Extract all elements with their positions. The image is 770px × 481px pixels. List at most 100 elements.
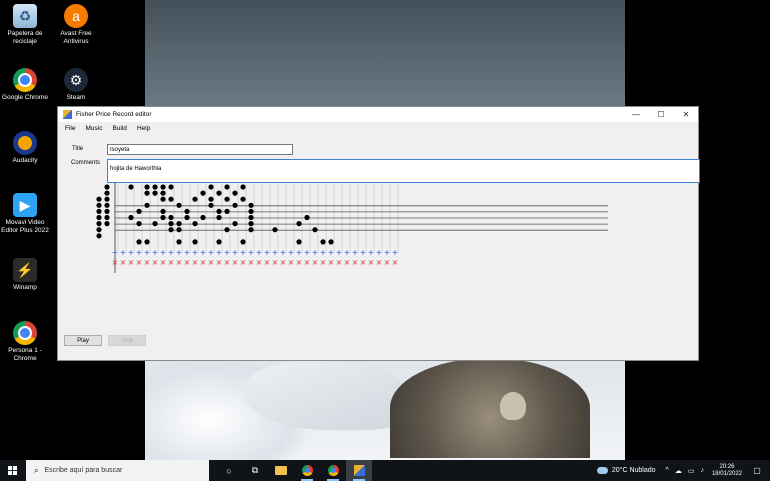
note-dot[interactable] xyxy=(184,208,190,214)
note-dot[interactable] xyxy=(232,202,238,208)
add-column-plus[interactable]: + xyxy=(288,248,295,257)
note-dot[interactable] xyxy=(248,227,254,233)
note-dot[interactable] xyxy=(192,221,198,227)
add-column-plus[interactable]: + xyxy=(208,248,215,257)
delete-column-cross[interactable]: × xyxy=(320,258,327,267)
delete-column-cross[interactable]: × xyxy=(224,258,231,267)
desktop-icon-avast[interactable]: a Avast Free Antivirus xyxy=(50,4,102,46)
taskbar-chrome-profile[interactable] xyxy=(320,460,346,481)
add-column-plus[interactable]: + xyxy=(344,248,351,257)
desktop-icon-persona-chrome[interactable]: Persona 1 - Chrome xyxy=(0,321,51,363)
add-column-plus[interactable]: + xyxy=(320,248,327,257)
note-dot[interactable] xyxy=(104,214,110,221)
note-dot[interactable] xyxy=(96,221,102,227)
delete-column-cross[interactable]: × xyxy=(296,258,303,267)
note-dot[interactable] xyxy=(312,227,318,233)
note-dot[interactable] xyxy=(96,233,102,239)
delete-column-cross[interactable]: × xyxy=(256,258,263,267)
note-dot[interactable] xyxy=(160,190,166,196)
minimize-button[interactable]: — xyxy=(624,107,648,122)
note-dot[interactable] xyxy=(232,190,238,196)
add-column-plus[interactable]: + xyxy=(248,248,255,257)
task-view-button[interactable]: ⧉ xyxy=(242,460,268,481)
note-dot[interactable] xyxy=(200,190,206,196)
menu-build[interactable]: Build xyxy=(107,125,131,132)
note-dot[interactable] xyxy=(296,239,302,245)
delete-column-cross[interactable]: × xyxy=(376,258,383,267)
taskbar-file-explorer[interactable] xyxy=(268,460,294,481)
note-dot[interactable] xyxy=(176,202,182,208)
add-column-plus[interactable]: + xyxy=(280,248,287,257)
note-dot[interactable] xyxy=(168,221,174,227)
note-dot[interactable] xyxy=(96,227,102,233)
delete-column-cross[interactable]: × xyxy=(272,258,279,267)
note-dot[interactable] xyxy=(216,208,222,214)
note-dot[interactable] xyxy=(224,208,230,214)
menu-help[interactable]: Help xyxy=(132,125,155,132)
add-column-plus[interactable]: + xyxy=(296,248,303,257)
delete-column-cross[interactable]: × xyxy=(144,258,151,267)
note-dot[interactable] xyxy=(136,239,142,245)
desktop-icon-recycle-bin[interactable]: ♻ Papelera de reciclaje xyxy=(0,4,51,46)
delete-column-cross[interactable]: × xyxy=(248,258,255,267)
note-dot[interactable] xyxy=(328,239,334,245)
note-dot[interactable] xyxy=(216,190,222,196)
volume-icon[interactable]: ♪ xyxy=(700,467,704,475)
note-dot[interactable] xyxy=(104,190,110,196)
delete-column-cross[interactable]: × xyxy=(184,258,191,267)
network-icon[interactable]: ▭ xyxy=(688,467,695,475)
note-dot[interactable] xyxy=(224,196,230,202)
add-column-plus[interactable]: + xyxy=(384,248,391,257)
add-column-plus[interactable]: + xyxy=(216,248,223,257)
delete-column-cross[interactable]: × xyxy=(360,258,367,267)
delete-column-cross[interactable]: × xyxy=(368,258,375,267)
add-column-plus[interactable]: + xyxy=(264,248,271,257)
delete-column-cross[interactable]: × xyxy=(288,258,295,267)
add-column-plus[interactable]: + xyxy=(224,248,231,257)
title-input[interactable] xyxy=(107,144,293,155)
note-dot[interactable] xyxy=(176,221,182,227)
music-roll-grid[interactable]: +×+×+×+×+×+×+×+×+×+×+×+×+×+×+×+×+×+×+×+×… xyxy=(88,182,648,277)
add-column-plus[interactable]: + xyxy=(304,248,311,257)
delete-column-cross[interactable]: × xyxy=(208,258,215,267)
delete-column-cross[interactable]: × xyxy=(312,258,319,267)
note-dot[interactable] xyxy=(136,208,142,214)
note-dot[interactable] xyxy=(104,208,110,214)
note-dot[interactable] xyxy=(144,202,150,208)
note-dot[interactable] xyxy=(272,227,278,233)
note-dot[interactable] xyxy=(248,214,254,221)
delete-column-cross[interactable]: × xyxy=(152,258,159,267)
delete-column-cross[interactable]: × xyxy=(384,258,391,267)
add-column-plus[interactable]: + xyxy=(120,248,127,257)
delete-column-cross[interactable]: × xyxy=(216,258,223,267)
note-dot[interactable] xyxy=(224,227,230,233)
notification-center-button[interactable]: ▢ xyxy=(750,466,764,475)
add-column-plus[interactable]: + xyxy=(232,248,239,257)
note-dot[interactable] xyxy=(176,227,182,233)
add-column-plus[interactable]: + xyxy=(200,248,207,257)
note-dot[interactable] xyxy=(168,227,174,233)
note-dot[interactable] xyxy=(104,184,110,190)
add-column-plus[interactable]: + xyxy=(136,248,143,257)
delete-column-cross[interactable]: × xyxy=(128,258,135,267)
note-dot[interactable] xyxy=(208,202,214,208)
cloud-sync-icon[interactable]: ☁ xyxy=(675,467,682,475)
add-column-plus[interactable]: + xyxy=(144,248,151,257)
delete-column-cross[interactable]: × xyxy=(168,258,175,267)
add-column-plus[interactable]: + xyxy=(360,248,367,257)
add-column-plus[interactable]: + xyxy=(184,248,191,257)
delete-column-cross[interactable]: × xyxy=(336,258,343,267)
desktop-icon-steam[interactable]: ⚙ Steam xyxy=(50,68,102,102)
note-dot[interactable] xyxy=(168,196,174,202)
note-dot[interactable] xyxy=(248,208,254,214)
delete-column-cross[interactable]: × xyxy=(280,258,287,267)
desktop-icon-audacity[interactable]: Audacity xyxy=(0,131,51,165)
note-dot[interactable] xyxy=(248,221,254,227)
note-dot[interactable] xyxy=(232,221,238,227)
note-dot[interactable] xyxy=(240,196,246,202)
note-dot[interactable] xyxy=(144,239,150,245)
desktop-icon-chrome[interactable]: Google Chrome xyxy=(0,68,51,102)
cortana-button[interactable]: ○ xyxy=(216,460,242,481)
note-dot[interactable] xyxy=(96,214,102,221)
note-dot[interactable] xyxy=(144,184,150,190)
